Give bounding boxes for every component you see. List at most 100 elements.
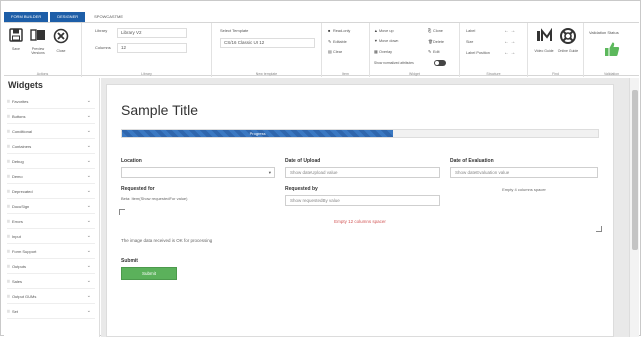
ribbon-group-widget: ▲Move up ▼Move down ▦Overlay ⎘ Clone 🗑Del… (370, 23, 460, 77)
sidebar-title: Widgets (8, 80, 43, 90)
size-stepper[interactable]: ← → (504, 39, 515, 45)
delete-option[interactable]: 🗑Delete (428, 39, 444, 44)
edit-option[interactable]: ✎ Edit (428, 49, 440, 54)
chevron-down-icon: ⌄ (86, 173, 91, 179)
new-template-group-title: New template (255, 72, 278, 76)
size-option[interactable]: Size (466, 40, 473, 44)
sidebar-item-label: Input (11, 234, 21, 239)
video-guide-label: Video Guide (534, 49, 554, 53)
empty-12-columns-spacer[interactable]: Empty 12 columns spacer (121, 219, 599, 224)
chevron-down-icon: ⌄ (86, 128, 91, 134)
save-button-label: Save (12, 47, 20, 51)
clear-option[interactable]: ▤Clear (328, 49, 342, 54)
drag-handle-icon: ⠿ (7, 294, 10, 299)
sidebar-item-conditional[interactable]: ⠿ Conditional ⌄ (7, 124, 95, 139)
find-group-title: Find (552, 72, 559, 76)
sidebar-item-buttons[interactable]: ⠿ Buttons ⌄ (7, 109, 95, 124)
spacer-corner-bottom-right (596, 226, 602, 232)
form-title[interactable]: Sample Title (121, 102, 198, 118)
empty-4-columns-spacer[interactable]: Empty 4 columns spacer (450, 187, 598, 192)
canvas-scrollbar[interactable] (629, 78, 639, 337)
sidebar-item-form-support[interactable]: ⠿ Form Support ⌄ (7, 244, 95, 259)
online-guide-button[interactable]: Online Guide (556, 28, 580, 53)
date-evaluation-label: Date of Evaluation (450, 158, 494, 164)
preview-versions-button[interactable]: Preview Versions (28, 28, 48, 55)
thumbs-up-icon[interactable] (604, 41, 620, 62)
progress-label: Progress (249, 131, 266, 136)
location-select[interactable]: ▾ (121, 167, 275, 178)
sidebar-item-label: Errors (11, 219, 23, 224)
sidebar-item-containers[interactable]: ⠿ Containers ⌄ (7, 139, 95, 154)
sidebar-item-sales[interactable]: ⠿ Sales ⌄ (7, 274, 95, 289)
sidebar-item-set[interactable]: ⠿ Set ⌄ (7, 304, 95, 319)
label-option[interactable]: Label (466, 29, 475, 33)
validation-status-label: Validation Status (589, 30, 619, 35)
drag-handle-icon: ⠿ (7, 279, 10, 284)
chevron-down-icon: ⌄ (86, 308, 91, 314)
chevron-down-icon: ⌄ (86, 158, 91, 164)
sidebar-item-deprecated[interactable]: ⠿ Deprecated ⌄ (7, 184, 95, 199)
drag-handle-icon: ⠿ (7, 174, 10, 179)
chevron-down-icon: ⌄ (86, 188, 91, 194)
actions-group-title: Actions (36, 72, 49, 76)
sidebar-item-demo[interactable]: ⠿ Demo ⌄ (7, 169, 95, 184)
sidebar-item-outputs[interactable]: ⠿ Outputs ⌄ (7, 259, 95, 274)
app-window: FORM BUILDER DESIGNER SPOWCASTME Save Pr… (0, 0, 641, 337)
sidebar-item-favorites[interactable]: ⠿ Favorites ⌄ (7, 94, 95, 109)
normalized-attributes-toggle[interactable] (434, 60, 446, 66)
overlay-option[interactable]: ▦Overlay (374, 49, 392, 54)
template-select[interactable]: CS/16 Classic UI 12 (220, 38, 315, 48)
editable-option[interactable]: ✎ Editable (328, 39, 347, 44)
drag-handle-icon: ⠿ (7, 114, 10, 119)
close-icon (51, 28, 71, 49)
library-label: Library (95, 28, 108, 33)
clone-label: Clone (433, 29, 443, 33)
columns-input[interactable]: 12 (117, 43, 187, 53)
sidebar-item-docusign[interactable]: ⠿ DocuSign ⌄ (7, 199, 95, 214)
move-up-option[interactable]: ▲Move up (374, 29, 394, 33)
video-guide-button[interactable]: Video Guide (533, 27, 555, 53)
sidebar-item-label: Containers (11, 144, 32, 149)
chevron-down-icon: ⌄ (86, 98, 91, 104)
clone-option[interactable]: ⎘ Clone (428, 29, 443, 33)
sidebar-item-debug[interactable]: ⠿ Debug ⌄ (7, 154, 95, 169)
sidebar-item-errors[interactable]: ⠿ Errors ⌄ (7, 214, 95, 229)
scrollbar-thumb[interactable] (632, 90, 638, 250)
editable-label: Editable (333, 40, 347, 44)
label-stepper[interactable]: ← → (504, 28, 515, 34)
widget-group-title: Widget (409, 72, 420, 76)
drag-handle-icon: ⠿ (7, 264, 10, 269)
columns-label: Columns (95, 45, 111, 50)
close-button[interactable]: Close (51, 28, 71, 53)
select-template-label: Select Template (220, 28, 249, 33)
tab-showcase[interactable]: SPOWCASTME (87, 12, 130, 22)
tab-form-builder[interactable]: FORM BUILDER (4, 12, 49, 22)
label-position-option[interactable]: Label Position (466, 51, 490, 55)
date-evaluation-field[interactable]: Show dateEvaluation value (450, 167, 598, 178)
sidebar-item-output-gums[interactable]: ⠿ Output GUMs ⌄ (7, 289, 95, 304)
drag-handle-icon: ⠿ (7, 129, 10, 134)
requested-for-value: Beta: Item(Show requestedFor value) (121, 196, 188, 201)
drag-handle-icon: ⠿ (7, 144, 10, 149)
requested-by-field[interactable]: Show requestedBy value (285, 195, 440, 206)
move-down-option[interactable]: ▼Move down (374, 39, 398, 43)
submit-button[interactable]: Submit (121, 267, 177, 280)
sidebar-item-label: Set (11, 309, 18, 314)
save-button[interactable]: Save (6, 28, 26, 51)
date-upload-field[interactable]: Show dateUpload value (285, 167, 440, 178)
tab-designer[interactable]: DESIGNER (50, 12, 86, 22)
sidebar-item-input[interactable]: ⠿ Input ⌄ (7, 229, 95, 244)
library-select[interactable]: Library V2 (117, 28, 187, 38)
location-label: Location (121, 158, 142, 164)
clear-label: Clear (333, 50, 343, 54)
drag-handle-icon: ⠿ (7, 219, 10, 224)
structure-group-title: Structure (486, 72, 501, 76)
sidebar-item-label: Form Support (11, 249, 37, 254)
label-position-stepper[interactable]: ← → (504, 50, 515, 56)
submit-label: Submit (121, 258, 138, 264)
sidebar-item-label: Conditional (11, 129, 32, 134)
preview-button-label: Preview Versions (31, 47, 45, 55)
read-only-option[interactable]: ■ Read-only (328, 29, 350, 33)
item-group-title: Item (342, 72, 349, 76)
progress-bar[interactable]: Progress (121, 129, 599, 138)
